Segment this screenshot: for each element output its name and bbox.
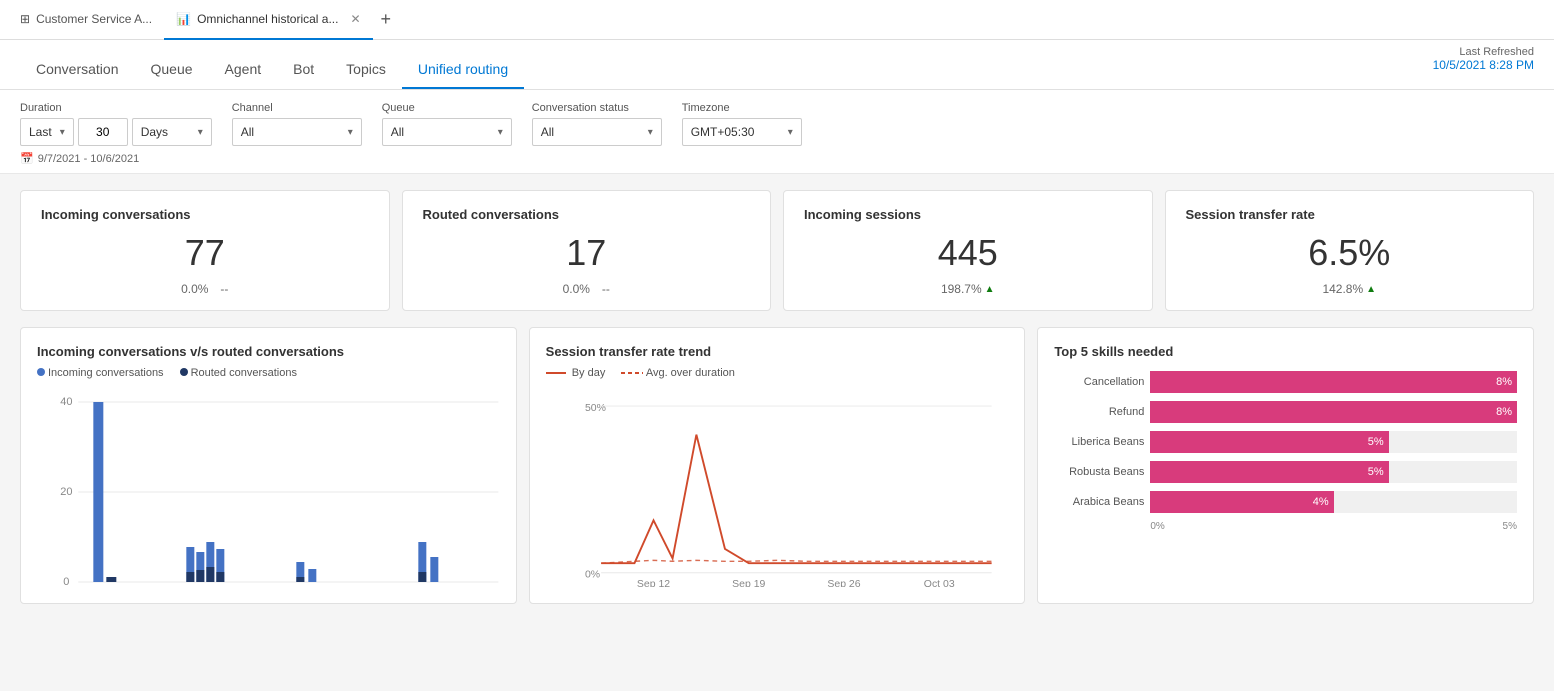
last-refreshed: Last Refreshed 10/5/2021 8:28 PM bbox=[1433, 46, 1534, 72]
svg-text:50%: 50% bbox=[585, 403, 606, 414]
tab-bar: ⊞ Customer Service A... 📊 Omnichannel hi… bbox=[0, 0, 1554, 40]
nav-bar: Conversation Queue Agent Bot Topics Unif… bbox=[0, 40, 1554, 90]
chevron-icon: ▾ bbox=[198, 127, 203, 138]
skills-axis: 0% 5% bbox=[1054, 521, 1517, 532]
line-chart-card: Session transfer rate trend By day Avg. … bbox=[529, 327, 1026, 604]
svg-text:Sep 12: Sep 12 bbox=[637, 579, 670, 587]
tab-cs-label: Customer Service A... bbox=[36, 12, 152, 26]
skill-liberica: Liberica Beans 5% bbox=[1054, 431, 1517, 453]
nav-topics[interactable]: Topics bbox=[330, 40, 402, 89]
duration-unit-select[interactable]: Days ▾ bbox=[132, 118, 212, 146]
line-chart-legend: By day Avg. over duration bbox=[546, 367, 1009, 379]
omni-icon: 📊 bbox=[176, 12, 191, 26]
nav-queue[interactable]: Queue bbox=[135, 40, 209, 89]
skill-cancellation: Cancellation 8% bbox=[1054, 371, 1517, 393]
queue-select[interactable]: All ▾ bbox=[382, 118, 512, 146]
tab-close-button[interactable]: ✕ bbox=[350, 12, 360, 26]
filter-queue: Queue All ▾ bbox=[382, 102, 512, 146]
kpi-incoming-conversations: Incoming conversations 77 0.0% -- bbox=[20, 190, 390, 311]
nav-bot[interactable]: Bot bbox=[277, 40, 330, 89]
chevron-icon: ▾ bbox=[60, 127, 65, 138]
tab-omni-label: Omnichannel historical a... bbox=[197, 12, 338, 26]
skill-refund: Refund 8% bbox=[1054, 401, 1517, 423]
calendar-icon: 📅 bbox=[20, 152, 34, 165]
skill-robusta: Robusta Beans 5% bbox=[1054, 461, 1517, 483]
svg-text:Sep 19: Sep 19 bbox=[732, 579, 765, 587]
nav-conversation[interactable]: Conversation bbox=[20, 40, 135, 89]
chevron-icon: ▾ bbox=[788, 127, 793, 138]
filters-bar: Duration Last ▾ Days ▾ Channel All ▾ bbox=[0, 90, 1554, 174]
tab-customer-service[interactable]: ⊞ Customer Service A... bbox=[8, 0, 164, 40]
filter-channel: Channel All ▾ bbox=[232, 102, 362, 146]
chevron-icon: ▾ bbox=[348, 127, 353, 138]
date-range: 📅 9/7/2021 - 10/6/2021 bbox=[20, 152, 1534, 165]
chevron-icon: ▾ bbox=[498, 127, 503, 138]
bar-chart-card: Incoming conversations v/s routed conver… bbox=[20, 327, 517, 604]
channel-select[interactable]: All ▾ bbox=[232, 118, 362, 146]
filter-duration: Duration Last ▾ Days ▾ bbox=[20, 102, 212, 146]
filter-conversation-status: Conversation status All ▾ bbox=[532, 102, 662, 146]
cs-icon: ⊞ bbox=[20, 12, 30, 26]
svg-text:40: 40 bbox=[60, 396, 72, 408]
svg-text:0%: 0% bbox=[585, 569, 600, 580]
up-arrow-icon: ▲ bbox=[1366, 284, 1376, 295]
kpi-incoming-sessions: Incoming sessions 445 198.7% ▲ bbox=[783, 190, 1153, 311]
kpi-session-transfer-rate: Session transfer rate 6.5% 142.8% ▲ bbox=[1165, 190, 1535, 311]
svg-text:0: 0 bbox=[63, 576, 69, 587]
kpi-row: Incoming conversations 77 0.0% -- Routed… bbox=[20, 190, 1534, 311]
up-arrow-icon: ▲ bbox=[985, 284, 995, 295]
skills-chart: Cancellation 8% Refund 8% Liberica Beans bbox=[1054, 367, 1517, 536]
filter-timezone: Timezone GMT+05:30 ▾ bbox=[682, 102, 802, 146]
duration-value-input[interactable] bbox=[78, 118, 128, 146]
conversation-status-select[interactable]: All ▾ bbox=[532, 118, 662, 146]
main-content: Incoming conversations 77 0.0% -- Routed… bbox=[0, 174, 1554, 620]
nav-agent[interactable]: Agent bbox=[209, 40, 278, 89]
skills-chart-card: Top 5 skills needed Cancellation 8% Refu… bbox=[1037, 327, 1534, 604]
tab-omnichannel[interactable]: 📊 Omnichannel historical a... ✕ bbox=[164, 0, 372, 40]
nav-unified-routing[interactable]: Unified routing bbox=[402, 40, 524, 89]
chevron-icon: ▾ bbox=[648, 127, 653, 138]
charts-row: Incoming conversations v/s routed conver… bbox=[20, 327, 1534, 604]
duration-preset-select[interactable]: Last ▾ bbox=[20, 118, 74, 146]
svg-text:20: 20 bbox=[60, 486, 72, 498]
kpi-routed-conversations: Routed conversations 17 0.0% -- bbox=[402, 190, 772, 311]
svg-text:Oct 03: Oct 03 bbox=[923, 579, 954, 587]
line-chart-area: 50% 0% Sep 12 Sep 19 Sep 26 Oct 03 bbox=[546, 387, 1009, 587]
svg-text:Sep 26: Sep 26 bbox=[827, 579, 860, 587]
bar-chart-area: 40 20 0 bbox=[37, 387, 500, 587]
skill-arabica: Arabica Beans 4% bbox=[1054, 491, 1517, 513]
timezone-select[interactable]: GMT+05:30 ▾ bbox=[682, 118, 802, 146]
tab-add-button[interactable]: + bbox=[381, 9, 392, 30]
bar-chart-legend: Incoming conversations Routed conversati… bbox=[37, 367, 500, 379]
